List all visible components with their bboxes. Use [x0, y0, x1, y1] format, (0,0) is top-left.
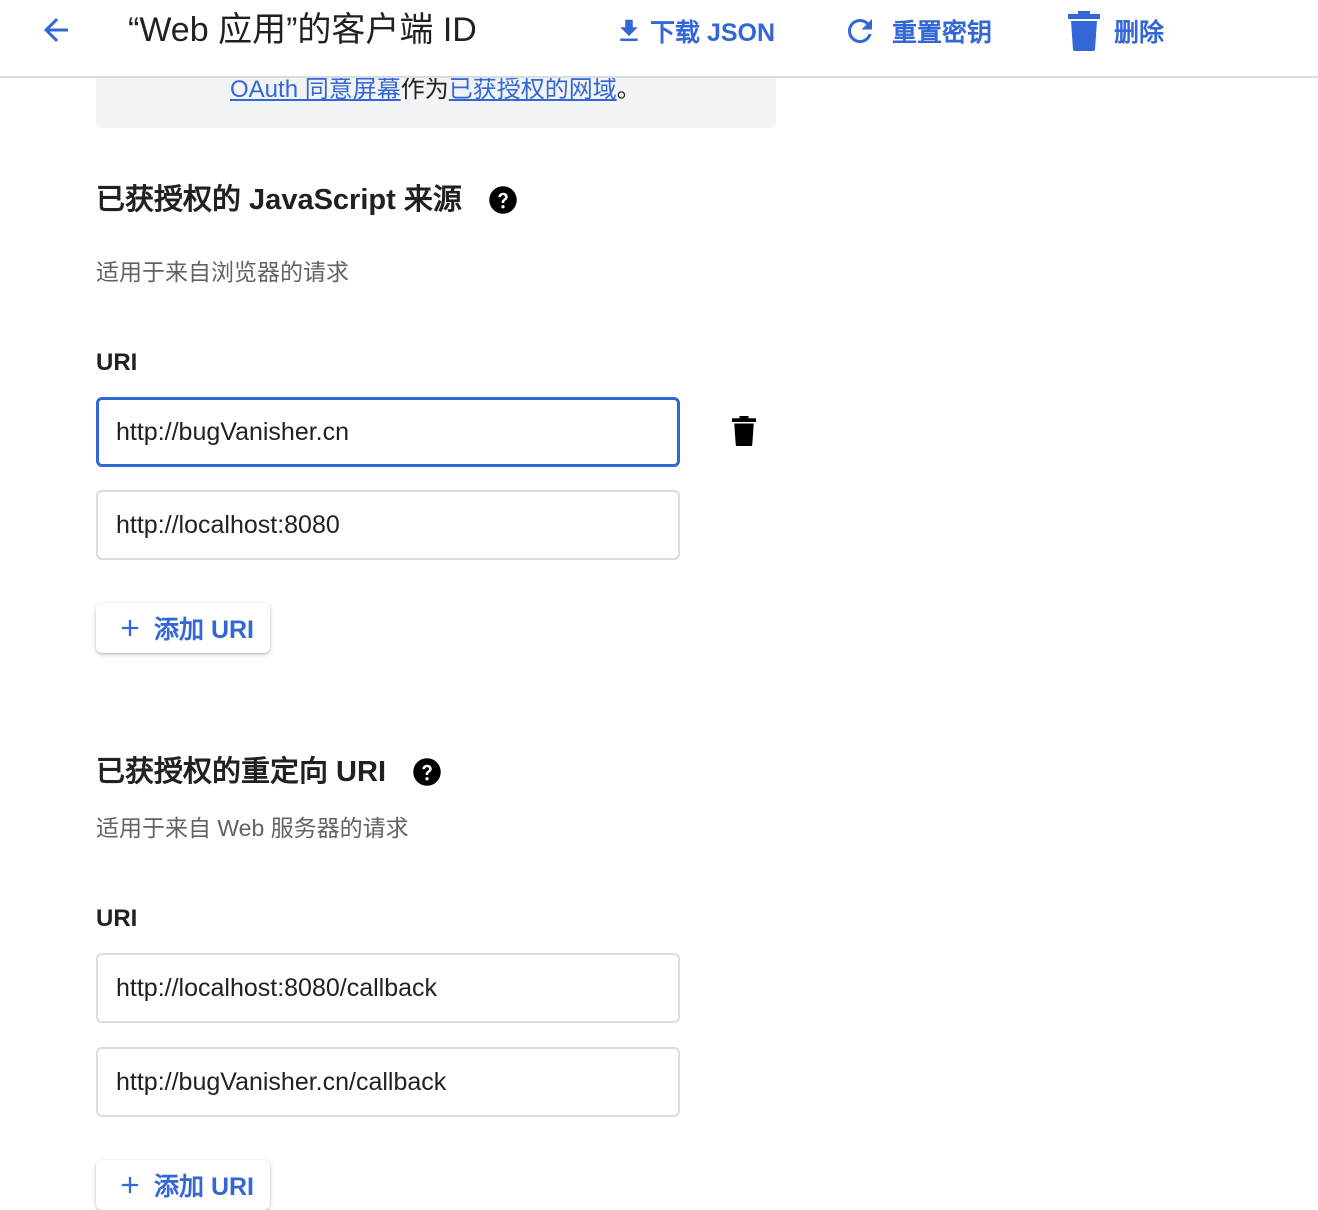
- js-origins-uri-label: URI: [96, 349, 138, 376]
- trash-icon: [732, 415, 756, 451]
- help-circle-icon[interactable]: [412, 757, 442, 787]
- consent-info-text: OAuth 同意屏幕作为已获授权的网域。: [230, 74, 641, 106]
- back-button[interactable]: [34, 12, 78, 52]
- redirect-uri-label: URI: [96, 905, 138, 932]
- trash-icon: [1068, 11, 1100, 51]
- download-icon: [614, 15, 644, 47]
- js-origins-title-text: 已获授权的 JavaScript 来源: [96, 184, 462, 216]
- download-json-label: 下载 JSON: [650, 19, 776, 47]
- download-json-button[interactable]: 下载 JSON: [614, 10, 775, 52]
- refresh-icon: [842, 13, 878, 49]
- js-origins-subtitle: 适用于来自浏览器的请求: [96, 259, 349, 285]
- redirect-uris-subtitle: 适用于来自 Web 服务器的请求: [96, 815, 409, 841]
- authorized-domains-link[interactable]: 已获授权的网域: [449, 76, 617, 103]
- js-origins-title: 已获授权的 JavaScript 来源: [96, 180, 518, 220]
- plus-icon: [116, 1171, 144, 1199]
- delete-client-label: 删除: [1114, 19, 1165, 47]
- redirect-uris-title-text: 已获授权的重定向 URI: [96, 756, 387, 788]
- add-js-origin-uri-button[interactable]: 添加 URI: [96, 603, 271, 653]
- add-redirect-uri-label: 添加 URI: [154, 1173, 255, 1201]
- reset-secret-label: 重置密钥: [892, 19, 993, 47]
- plus-icon: [116, 614, 144, 642]
- page-title: “Web 应用”的客户端 ID: [128, 11, 477, 49]
- info-text-middle: 作为: [400, 76, 449, 103]
- info-text-end: 。: [616, 76, 641, 103]
- oauth-consent-screen-link[interactable]: OAuth 同意屏幕: [230, 76, 401, 103]
- redirect-uri-input-2[interactable]: [96, 1047, 680, 1117]
- add-redirect-uri-button[interactable]: 添加 URI: [96, 1160, 271, 1210]
- redirect-uri-input-1[interactable]: [96, 953, 680, 1023]
- reset-secret-button[interactable]: 重置密钥: [842, 10, 992, 52]
- add-js-origin-uri-label: 添加 URI: [154, 616, 255, 644]
- help-circle-icon[interactable]: [488, 185, 518, 215]
- delete-client-button[interactable]: 删除: [1068, 10, 1164, 52]
- app-header: “Web 应用”的客户端 ID 下载 JSON 重置密钥 删除: [0, 0, 1318, 78]
- remove-js-origin-button[interactable]: [728, 415, 760, 451]
- redirect-uris-title: 已获授权的重定向 URI: [96, 752, 442, 792]
- js-origin-uri-input-2[interactable]: [96, 490, 680, 560]
- arrow-left-icon: [38, 12, 74, 53]
- js-origin-uri-input-1[interactable]: [96, 397, 680, 467]
